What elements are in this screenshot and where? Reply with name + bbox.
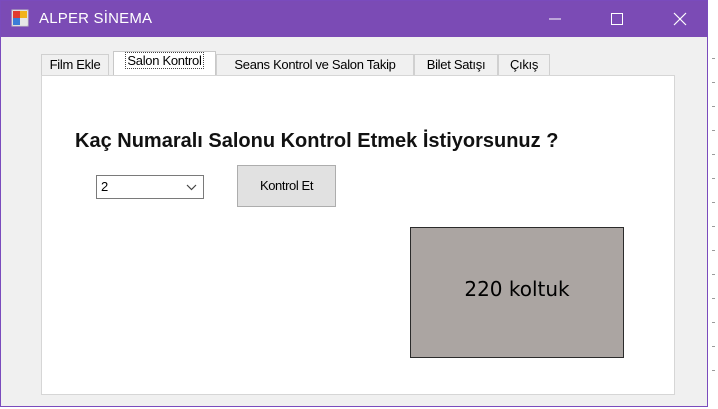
salon-kontrol-page: Kaç Numaralı Salonu Kontrol Etmek İstiyo… [41, 75, 675, 395]
divider-dot [712, 58, 715, 59]
divider-dot [712, 370, 715, 371]
tab-label: Salon Kontrol [125, 52, 204, 69]
minimize-button[interactable] [532, 1, 578, 37]
seat-count-label: 220 koltuk [464, 277, 570, 301]
background-strip [708, 0, 718, 409]
chevron-down-icon[interactable] [186, 184, 197, 191]
tab-film-ekle[interactable]: Film Ekle [41, 54, 109, 75]
tab-seans-kontrol[interactable]: Seans Kontrol ve Salon Takip [216, 54, 414, 75]
tab-salon-kontrol[interactable]: Salon Kontrol [113, 51, 216, 75]
divider-dot [712, 154, 715, 155]
minimize-icon [549, 18, 561, 20]
tab-label: Seans Kontrol ve Salon Takip [234, 57, 396, 72]
divider-dot [712, 82, 715, 83]
divider-dot [712, 274, 715, 275]
main-window: ALPER SİNEMA Film Ekle Salon Kontrol Sea… [0, 0, 708, 407]
seat-count-panel: 220 koltuk [410, 227, 624, 358]
tab-label: Bilet Satışı [426, 57, 486, 72]
divider-dot [712, 130, 715, 131]
divider-dot [712, 226, 715, 227]
divider-dot [712, 106, 715, 107]
maximize-button[interactable] [594, 1, 640, 37]
tab-bilet-satisi[interactable]: Bilet Satışı [414, 54, 498, 75]
salon-select[interactable]: 2 [96, 175, 204, 199]
close-button[interactable] [657, 1, 703, 37]
title-bar[interactable]: ALPER SİNEMA [1, 1, 707, 37]
divider-dot [712, 298, 715, 299]
kontrol-et-button[interactable]: Kontrol Et [237, 165, 336, 207]
salon-select-value: 2 [101, 179, 109, 194]
close-icon [673, 12, 687, 26]
tab-cikis[interactable]: Çıkış [498, 54, 550, 75]
divider-dot [712, 346, 715, 347]
divider-dot [712, 322, 715, 323]
divider-dot [712, 250, 715, 251]
divider-dot [712, 202, 715, 203]
tab-label: Film Ekle [49, 57, 101, 72]
app-icon [11, 9, 29, 27]
question-label: Kaç Numaralı Salonu Kontrol Etmek İstiyo… [75, 130, 559, 152]
tab-label: Çıkış [509, 57, 539, 72]
divider-dot [712, 178, 715, 179]
maximize-icon [611, 13, 623, 25]
window-title: ALPER SİNEMA [39, 10, 153, 27]
